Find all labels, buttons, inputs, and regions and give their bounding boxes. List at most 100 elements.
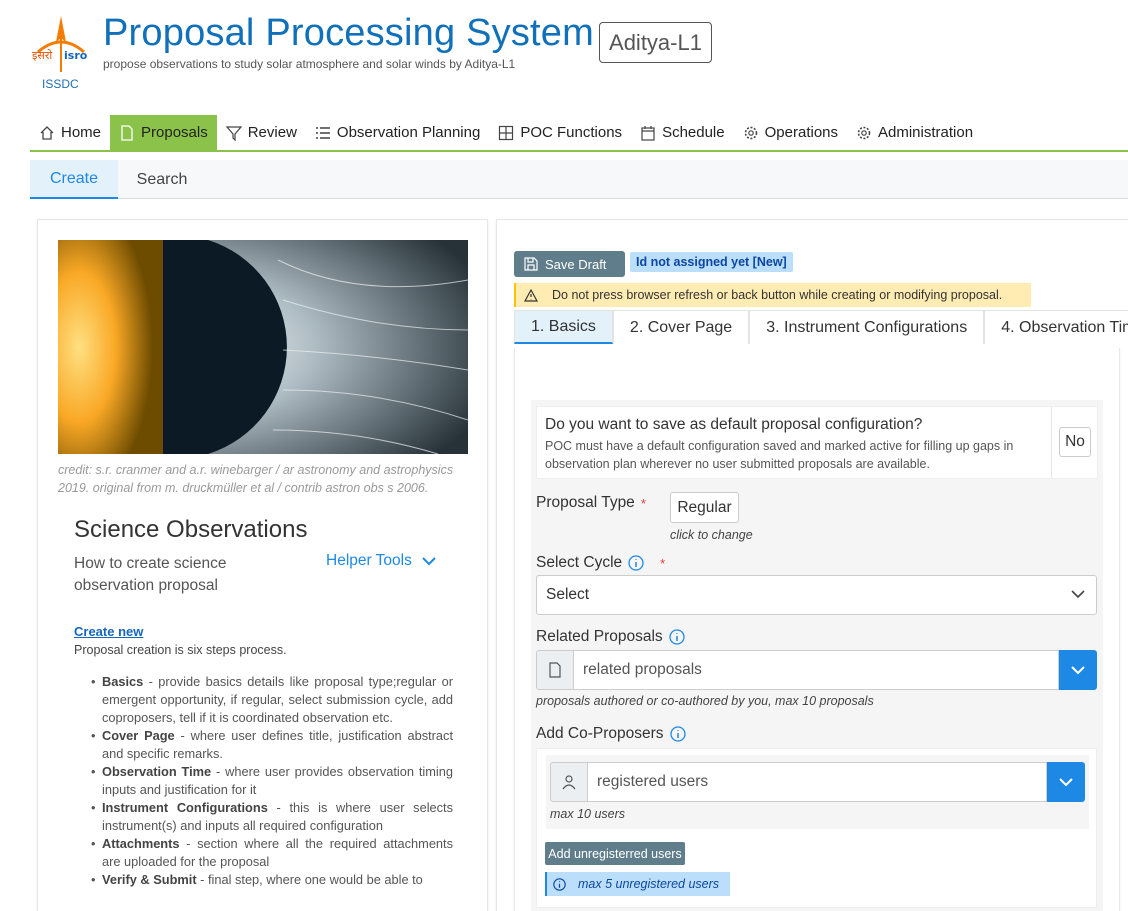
tab-instrument-configurations[interactable]: 3. Instrument Configurations bbox=[749, 310, 985, 344]
step-sep: - bbox=[143, 674, 159, 689]
proposal-type-hint: click to change bbox=[670, 528, 753, 542]
nav-review[interactable]: Review bbox=[217, 115, 306, 150]
unregistered-users-text: max 5 unregistered users bbox=[578, 877, 720, 891]
main-nav: Home Proposals Review Observation Planni… bbox=[30, 115, 1128, 152]
step-name: Attachments bbox=[102, 836, 180, 851]
nav-label: Review bbox=[247, 124, 297, 141]
list-item: Attachments - section where all the requ… bbox=[91, 835, 453, 871]
label-text: Add Co-Proposers bbox=[536, 725, 664, 742]
save-draft-label: Save Draft bbox=[545, 256, 607, 272]
registered-users-group: registered users max 10 users bbox=[546, 755, 1089, 829]
save-draft-button[interactable]: Save Draft bbox=[514, 251, 625, 277]
nav-poc-functions[interactable]: POC Functions bbox=[489, 115, 631, 150]
related-proposals-field: related proposals bbox=[536, 650, 1097, 690]
step-tabs: 1. Basics 2. Cover Page 3. Instrument Co… bbox=[514, 310, 1128, 344]
gear-icon bbox=[744, 126, 757, 139]
list-item: Verify & Submit - final step, where one … bbox=[91, 871, 453, 889]
label-text: Related Proposals bbox=[536, 628, 663, 645]
nav-schedule[interactable]: Schedule bbox=[631, 115, 734, 150]
file-addon bbox=[536, 650, 574, 690]
cycle-select-value: Select bbox=[546, 586, 590, 603]
default-config-note: POC must have a default configuration sa… bbox=[545, 439, 1014, 471]
helper-tools-toggle[interactable]: Helper Tools bbox=[326, 552, 436, 570]
calendar-icon bbox=[641, 125, 655, 141]
grid-icon bbox=[499, 125, 514, 140]
nav-observation-planning[interactable]: Observation Planning bbox=[306, 115, 489, 150]
default-config-question: Do you want to save as default proposal … bbox=[545, 416, 923, 433]
chevron-down-icon bbox=[1059, 778, 1073, 787]
info-icon bbox=[553, 877, 566, 891]
tab-create[interactable]: Create bbox=[30, 160, 118, 199]
nav-label: POC Functions bbox=[520, 124, 623, 141]
section-subtitle: How to create science observation propos… bbox=[74, 555, 227, 594]
nav-operations[interactable]: Operations bbox=[734, 115, 847, 150]
proposal-id-badge: Id not assigned yet [New] bbox=[630, 252, 793, 272]
nav-home[interactable]: Home bbox=[30, 115, 110, 150]
step-sep: - bbox=[267, 800, 290, 815]
file-icon bbox=[121, 124, 133, 141]
warning-text: Do not press browser refresh or back but… bbox=[552, 288, 1003, 302]
help-panel: credit: s.r. cranmer and a.r. winebarger… bbox=[37, 219, 488, 911]
step-name: Cover Page bbox=[102, 728, 175, 743]
list-item: Cover Page - where user defines title, j… bbox=[91, 727, 453, 763]
app-subtitle: propose observations to study solar atmo… bbox=[103, 57, 516, 71]
proposal-type-button[interactable]: Regular bbox=[670, 492, 739, 523]
tab-basics[interactable]: 1. Basics bbox=[514, 310, 613, 344]
nav-label: Proposals bbox=[141, 124, 208, 141]
file-icon bbox=[549, 662, 561, 678]
registered-users-input[interactable]: registered users bbox=[588, 762, 1047, 802]
chevron-down-icon bbox=[1071, 590, 1085, 599]
svg-text:isro: isro bbox=[64, 49, 88, 62]
proposal-form-panel: Save Draft Id not assigned yet [New] Do … bbox=[496, 219, 1128, 911]
list-item: Observation Time - where user provides o… bbox=[91, 763, 453, 799]
gear-icon bbox=[857, 126, 871, 139]
solar-corona-image bbox=[58, 240, 468, 454]
default-config-toggle[interactable]: No bbox=[1059, 427, 1091, 457]
add-unregistered-users-button[interactable]: Add unregisterred users bbox=[545, 842, 685, 865]
tab-cover-page[interactable]: 2. Cover Page bbox=[612, 310, 750, 344]
unregistered-users-info: max 5 unregistered users bbox=[545, 872, 730, 896]
list-item: Basics - provide basics details like pro… bbox=[91, 673, 453, 727]
select-cycle-label: Select Cycle * bbox=[536, 554, 665, 572]
step-sep: - bbox=[196, 872, 208, 887]
info-icon[interactable] bbox=[669, 726, 686, 742]
chevron-down-icon bbox=[1071, 666, 1085, 675]
basics-form-wrapper: Do you want to save as default proposal … bbox=[514, 348, 1120, 911]
step-name: Basics bbox=[102, 674, 144, 689]
nav-administration[interactable]: Administration bbox=[847, 115, 982, 150]
related-proposals-input[interactable]: related proposals bbox=[574, 650, 1059, 690]
create-new-link[interactable]: Create new bbox=[74, 624, 143, 639]
step-sep: - bbox=[174, 728, 191, 743]
nav-label: Administration bbox=[878, 124, 974, 141]
sub-nav: Create Search bbox=[30, 160, 1128, 199]
info-icon[interactable] bbox=[628, 555, 644, 571]
registered-users-dropdown[interactable] bbox=[1047, 762, 1085, 802]
step-name: Verify & Submit bbox=[102, 872, 197, 887]
warning-banner: Do not press browser refresh or back but… bbox=[514, 283, 1031, 307]
co-proposers-label: Add Co-Proposers bbox=[536, 725, 686, 743]
process-intro: Proposal creation is six steps process. bbox=[74, 643, 287, 657]
steps-list: Basics - provide basics details like pro… bbox=[91, 673, 453, 889]
step-name: Instrument Configurations bbox=[102, 800, 268, 815]
step-sep: - bbox=[211, 764, 226, 779]
nav-label: Schedule bbox=[662, 124, 725, 141]
nav-label: Home bbox=[61, 124, 102, 141]
svg-text:इसरो: इसरो bbox=[32, 49, 52, 62]
info-icon[interactable] bbox=[669, 629, 685, 645]
related-proposals-dropdown[interactable] bbox=[1059, 650, 1097, 690]
required-marker: * bbox=[640, 495, 646, 511]
cycle-select[interactable]: Select bbox=[536, 575, 1097, 615]
required-marker: * bbox=[660, 555, 666, 571]
user-icon bbox=[562, 775, 576, 790]
tab-search[interactable]: Search bbox=[118, 160, 206, 199]
step-name: Observation Time bbox=[102, 764, 212, 779]
helper-tools-label: Helper Tools bbox=[326, 552, 412, 569]
nav-proposals[interactable]: Proposals bbox=[110, 115, 217, 150]
basics-form: Do you want to save as default proposal … bbox=[531, 400, 1103, 911]
list-icon bbox=[315, 126, 330, 139]
tab-observation-time[interactable]: 4. Observation Tim bbox=[984, 310, 1128, 344]
default-config-row: Do you want to save as default proposal … bbox=[536, 406, 1098, 479]
image-credit: credit: s.r. cranmer and a.r. winebarger… bbox=[58, 463, 454, 495]
related-proposals-hint: proposals authored or co-authored by you… bbox=[536, 694, 874, 708]
app-title: Proposal Processing System bbox=[103, 12, 594, 54]
